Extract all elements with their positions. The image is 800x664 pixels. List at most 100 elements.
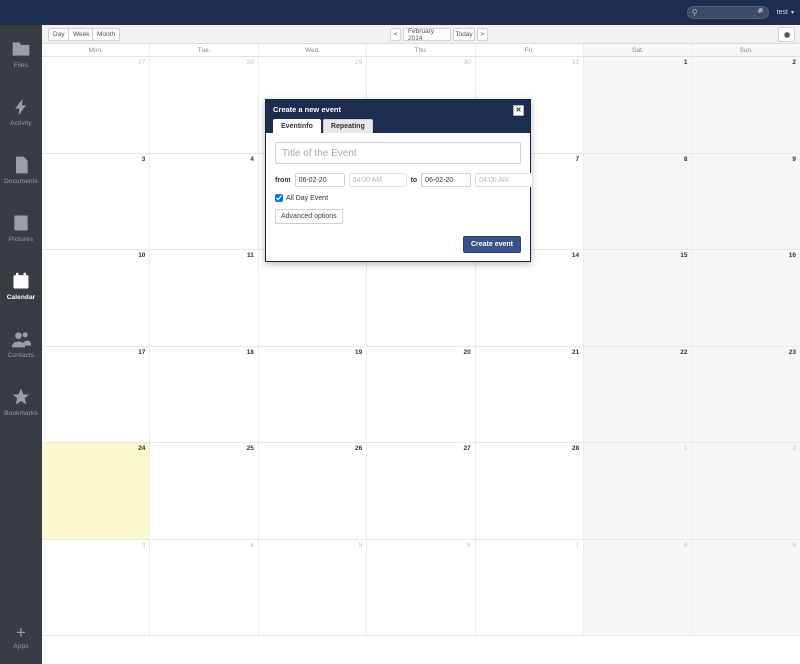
search-box[interactable]: ⚲ 🎤: [686, 6, 800, 19]
settings-button[interactable]: [778, 27, 795, 42]
calendar-day-cell[interactable]: 3: [42, 153, 151, 249]
calendar-day-number: 27: [138, 59, 146, 66]
from-date-field[interactable]: [294, 173, 345, 187]
sidebar-item-contacts[interactable]: Contacts: [0, 315, 42, 373]
previous-period-button[interactable]: <: [390, 28, 401, 41]
calendar-day-cell[interactable]: 12: [258, 250, 368, 346]
calendar-day-cell[interactable]: 4: [150, 539, 259, 635]
sidebar-item-label: Pictures: [8, 236, 34, 243]
view-month-button[interactable]: Month: [92, 28, 121, 41]
calendar-day-cell[interactable]: 2: [692, 443, 800, 539]
calendar-day-number: 4: [250, 155, 254, 163]
calendar-day-cell[interactable]: 1: [584, 57, 693, 153]
calendar-day-number: 30: [463, 59, 471, 66]
sidebar-item-label: Activity: [10, 120, 32, 127]
close-icon[interactable]: ✕: [513, 105, 524, 116]
calendar-day-cell[interactable]: 21: [475, 346, 585, 442]
sidebar-item-activity[interactable]: Activity: [0, 83, 42, 141]
advanced-options-button[interactable]: Advanced options: [275, 209, 343, 224]
all-day-checkbox[interactable]: [275, 194, 283, 202]
calendar-day-cell[interactable]: 4: [150, 153, 259, 249]
calendar-day-cell[interactable]: 25: [150, 443, 259, 539]
tab-eventinfo[interactable]: Eventinfo: [273, 119, 321, 133]
calendar-day-number: 28: [571, 445, 580, 452]
calendar-day-cell[interactable]: 8: [584, 539, 693, 635]
today-button[interactable]: Today: [453, 28, 475, 41]
calendar-day-cell[interactable]: 26: [258, 443, 368, 539]
calendar-day-cell[interactable]: 5: [258, 539, 368, 635]
dow-label: Thu.: [367, 44, 476, 56]
calendar-day-cell[interactable]: 18: [150, 346, 259, 442]
calendar-day-cell[interactable]: 3: [42, 539, 151, 635]
sidebar-item-pictures[interactable]: Pictures: [0, 199, 42, 257]
calendar-day-cell[interactable]: 9: [692, 153, 800, 249]
sidebar-item-label: Files: [13, 62, 29, 69]
dialog-header: Create a new event ✕ Eventinfo Repeating: [266, 100, 530, 133]
calendar-day-cell[interactable]: 6: [367, 539, 476, 635]
event-title-input[interactable]: [275, 142, 521, 164]
create-event-dialog: Create a new event ✕ Eventinfo Repeating…: [265, 99, 534, 262]
dow-label: Sun.: [692, 44, 800, 56]
calendar-day-cell[interactable]: 7: [475, 539, 585, 635]
calendar-day-number: 9: [792, 155, 796, 163]
calendar-day-cell[interactable]: 8: [584, 153, 693, 249]
sidebar-item-documents[interactable]: Documents: [0, 141, 42, 199]
calendar-day-cell[interactable]: 13: [367, 250, 476, 346]
calendar-day-cell[interactable]: 27: [367, 443, 476, 539]
from-time-field[interactable]: [348, 173, 407, 187]
calendar-day-cell[interactable]: 20: [367, 346, 476, 442]
calendar-day-cell[interactable]: 27: [42, 57, 151, 153]
to-date-field[interactable]: [421, 173, 472, 187]
sidebar-item-label: Documents: [4, 178, 38, 185]
calendar-day-number: 10: [138, 252, 146, 259]
calendar-day-cell[interactable]: 28: [475, 443, 585, 539]
all-day-row: All Day Event: [275, 194, 521, 202]
create-event-button[interactable]: Create event: [462, 236, 521, 253]
next-period-button[interactable]: >: [477, 28, 488, 41]
calendar-day-cell[interactable]: 22: [584, 346, 693, 442]
sidebar-item-files[interactable]: Files: [0, 25, 42, 83]
calendar-day-number: 23: [788, 348, 796, 356]
calendar-day-cell[interactable]: 28: [150, 57, 259, 153]
microphone-icon[interactable]: 🎤: [752, 8, 763, 18]
calendar-day-number: 2: [792, 59, 796, 66]
view-week-button[interactable]: Week: [68, 28, 95, 41]
calendar-day-cell[interactable]: 11: [150, 250, 259, 346]
sidebar-item-calendar[interactable]: Calendar: [0, 257, 42, 315]
view-day-button[interactable]: Day: [48, 28, 70, 41]
calendar-icon: [11, 271, 31, 291]
calendar-day-cell[interactable]: 17: [42, 346, 151, 442]
to-time-field[interactable]: [475, 173, 534, 187]
calendar-day-cell[interactable]: 14: [475, 250, 585, 346]
calendar-day-number: 9: [792, 541, 796, 549]
calendar-day-cell[interactable]: 23: [692, 346, 800, 442]
calendar-day-cell[interactable]: 9: [692, 539, 800, 635]
current-period-label[interactable]: February 2014: [403, 28, 451, 42]
tab-repeating[interactable]: Repeating: [322, 119, 373, 133]
calendar-day-cell[interactable]: 19: [258, 346, 368, 442]
all-day-label[interactable]: All Day Event: [286, 195, 328, 202]
calendar-day-cell[interactable]: 1: [584, 443, 693, 539]
calendar-day-number: 6: [467, 541, 471, 549]
search-input[interactable]: [687, 7, 800, 18]
calendar-week-row: 17 18 19 20 21 22 23: [42, 346, 800, 443]
dow-label: Tue.: [150, 44, 259, 56]
dow-label: Wed.: [259, 44, 368, 56]
calendar-day-cell[interactable]: 2: [692, 57, 800, 153]
sidebar-item-label: Calendar: [6, 294, 36, 301]
sidebar-item-apps[interactable]: + Apps: [0, 616, 42, 658]
calendar-day-number: 19: [355, 348, 363, 356]
calendar-day-cell[interactable]: 10: [42, 250, 151, 346]
calendar-day-number: 17: [138, 348, 146, 356]
calendar-day-number: 20: [463, 348, 471, 356]
sidebar-item-bookmarks[interactable]: Bookmarks: [0, 373, 42, 431]
calendar-day-cell[interactable]: 16: [692, 250, 800, 346]
calendar-week-row: 3 4 5 6 7 8 9: [42, 539, 800, 636]
to-label: to: [410, 176, 418, 184]
calendar-day-number: 31: [571, 59, 580, 66]
calendar-day-number: 1: [683, 445, 688, 452]
lightning-icon: [11, 97, 31, 117]
calendar-day-cell[interactable]: 15: [584, 250, 693, 346]
calendar-day-cell[interactable]: 24: [42, 443, 151, 539]
calendar-day-number: 26: [355, 445, 363, 452]
